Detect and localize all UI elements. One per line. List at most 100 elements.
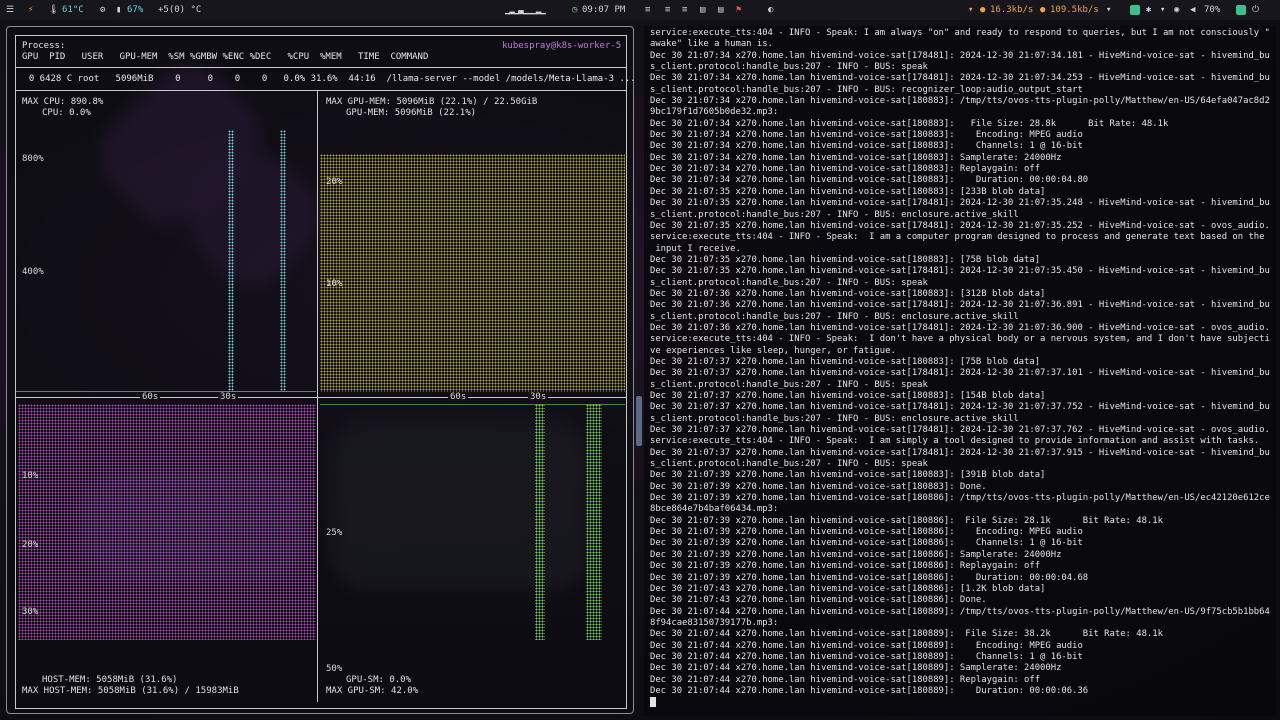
temp-readout: 61°C	[62, 5, 84, 15]
log-line: Dec 30 21:07:39 x270.home.lan hivemind-v…	[650, 515, 1163, 526]
terminal-cursor[interactable]	[650, 697, 1272, 709]
log-line: Dec 30 21:07:34 x270.home.lan hivemind-v…	[650, 175, 1089, 186]
gpu-sm-tick-25: 25%	[326, 528, 343, 538]
battery-readout: 67%	[127, 5, 144, 15]
log-line: Dec 30 21:07:43 x270.home.lan hivemind-v…	[650, 595, 987, 606]
log-terminal[interactable]: service:execute_tts:404 - INFO - Speak: …	[644, 26, 1276, 716]
upload-icon: ●	[1040, 5, 1046, 15]
log-line: Dec 30 21:07:37 x270.home.lan hivemind-v…	[650, 368, 1270, 379]
app-tray-icon[interactable]	[1130, 0, 1140, 20]
log-line: service:execute_tts:404 - INFO - Speak: …	[650, 436, 1260, 447]
net-down-readout: 16.3kb/s	[990, 5, 1034, 15]
log-line: Dec 30 21:07:34 x270.home.lan hivemind-v…	[650, 50, 1270, 61]
cpu-baseline	[16, 391, 316, 392]
host-mem-tick-20: 20%	[22, 540, 39, 550]
log-line: Dec 30 21:07:35 x270.home.lan hivemind-v…	[650, 186, 1046, 197]
time-tick-60s: 60s	[140, 392, 161, 402]
log-line: Dec 30 21:07:39 x270.home.lan hivemind-v…	[650, 470, 1046, 481]
host-mem-max-label: MAX HOST-MEM: 5058MiB (31.6%) / 15983MiB	[22, 686, 239, 696]
lightning-icon: ⚡	[28, 5, 34, 15]
app-tray-icon[interactable]: ▾	[1160, 0, 1165, 20]
toggle-icon[interactable]: ◐	[768, 0, 773, 20]
host-mem-label: HOST-MEM: 5058MiB (31.6%)	[42, 675, 178, 685]
log-line: Dec 30 21:07:35 x270.home.lan hivemind-v…	[650, 198, 1270, 209]
tray-icon[interactable]: ≡	[665, 0, 670, 20]
workspace-indicator[interactable]: ▁▂▁▃▁▁▁▂▁	[505, 0, 546, 20]
log-line: Dec 30 21:07:37 x270.home.lan hivemind-v…	[650, 425, 1270, 436]
log-line: service:execute_tts:404 - INFO - Speak: …	[650, 334, 1270, 345]
log-line: Dec 30 21:07:34 x270.home.lan hivemind-v…	[650, 130, 1083, 141]
wifi-icon: ▾	[1106, 5, 1112, 15]
menu-icon[interactable]: ☰	[6, 0, 14, 20]
window-scrollbar[interactable]	[636, 396, 642, 446]
log-line: Dec 30 21:07:39 x270.home.lan hivemind-v…	[650, 538, 1083, 549]
time-tick-60s: 60s	[448, 392, 469, 402]
power-icon[interactable]: ⏻	[1252, 0, 1259, 20]
log-line: Dec 30 21:07:34 x270.home.lan hivemind-v…	[650, 96, 1270, 107]
clock[interactable]: 09:07 PM	[582, 0, 625, 20]
cpu-usage-spike	[280, 130, 286, 392]
log-line: service:execute_tts:404 - INFO - Speak: …	[650, 28, 1270, 38]
log-line: Dec 30 21:07:34 x270.home.lan hivemind-v…	[650, 141, 1083, 152]
app-tray-icon[interactable]	[1236, 0, 1246, 20]
log-line: Dec 30 21:07:39 x270.home.lan hivemind-v…	[650, 572, 1089, 583]
cpu-usage-spike	[228, 130, 234, 392]
log-line: Dec 30 21:07:44 x270.home.lan hivemind-v…	[650, 640, 1083, 651]
log-line: Dec 30 21:07:44 x270.home.lan hivemind-v…	[650, 674, 1041, 685]
process-columns: GPU PID USER GPU-MEM %SM %GMBW %ENC %DEC…	[22, 52, 429, 62]
host-label: kubespray@k8s-worker-5	[502, 41, 622, 51]
top-bar: ☰ ⚡ 🌡 61°C ⚙ ▮ 67% +5(0) °C ▁▂▁▃▁▁▁▂▁ ◷ …	[0, 0, 1280, 20]
log-line: Dec 30 21:07:34 x270.home.lan hivemind-v…	[650, 164, 1041, 175]
log-line: Dec 30 21:07:34 x270.home.lan hivemind-v…	[650, 152, 1062, 163]
log-line: Dec 30 21:07:35 x270.home.lan hivemind-v…	[650, 220, 1270, 231]
gpu-sm-tick-50: 50%	[326, 664, 343, 674]
log-line: Dec 30 21:07:34 x270.home.lan hivemind-v…	[650, 73, 1270, 84]
wifi-icon: ▾	[968, 5, 974, 15]
cpu-tick-800: 800%	[22, 154, 44, 164]
gpu-sm-spike	[586, 404, 602, 640]
log-line: 8bce864e7b4baf06434.mp3:	[650, 504, 779, 515]
gpu-sm-max-label: MAX GPU-SM: 42.0%	[326, 686, 419, 696]
battery-icon: ▮	[116, 5, 122, 15]
log-line: Dec 30 21:07:39 x270.home.lan hivemind-v…	[650, 481, 987, 492]
gpu-mem-max-label: MAX GPU-MEM: 5096MiB (22.1%) / 22.50GiB	[326, 97, 538, 107]
log-line: Dec 30 21:07:36 x270.home.lan hivemind-v…	[650, 288, 1046, 299]
log-line: Dec 30 21:07:43 x270.home.lan hivemind-v…	[650, 583, 1046, 594]
cpu-label: CPU: 0.0%	[42, 108, 91, 118]
app-tray-icon[interactable]: ◉	[1174, 0, 1179, 20]
volume-icon[interactable]: ◀	[1190, 0, 1195, 20]
host-mem-tick-10: 10%	[22, 471, 39, 481]
tray-icon[interactable]: ≡	[645, 0, 650, 20]
log-line: Dec 30 21:07:44 x270.home.lan hivemind-v…	[650, 606, 1270, 617]
tray-icon[interactable]: ▤	[718, 0, 723, 20]
tray-icon[interactable]: ⚑	[736, 0, 741, 20]
temp-icon: 🌡	[48, 5, 60, 15]
gpu-mem-tick-20: 20%	[326, 177, 343, 187]
download-icon: ●	[980, 5, 986, 15]
cpu-tick-400: 400%	[22, 267, 44, 277]
divider	[16, 67, 626, 68]
process-label: Process:	[22, 41, 66, 51]
app-tray-icon[interactable]: ✱	[1146, 0, 1151, 20]
gpu-mem-tick-10: 10%	[326, 279, 343, 289]
log-line: Dec 30 21:07:44 x270.home.lan hivemind-v…	[650, 651, 1083, 662]
log-line: 8f94cae83150739177b.mp3:	[650, 617, 779, 628]
tray-icon[interactable]: ≡	[682, 0, 687, 20]
log-line: s_client.protocol:handle_bus:207 - INFO …	[650, 84, 1083, 95]
net-up-readout: 109.5kb/s	[1050, 5, 1099, 15]
log-line: Dec 30 21:07:44 x270.home.lan hivemind-v…	[650, 663, 1062, 674]
gpu-sm-baseline	[320, 404, 625, 405]
log-line: Dec 30 21:07:36 x270.home.lan hivemind-v…	[650, 322, 1270, 333]
host-mem-area	[18, 404, 316, 640]
log-line: input I receive.	[650, 243, 741, 254]
log-line: s_client.protocol:handle_bus:207 - INFO …	[650, 62, 928, 73]
log-line: Dec 30 21:07:39 x270.home.lan hivemind-v…	[650, 527, 1083, 538]
log-line: Dec 30 21:07:37 x270.home.lan hivemind-v…	[650, 391, 1046, 401]
log-line: Dec 30 21:07:39 x270.home.lan hivemind-v…	[650, 549, 1062, 560]
log-line: s_client.protocol:handle_bus:207 - INFO …	[650, 379, 928, 390]
log-line: Dec 30 21:07:35 x270.home.lan hivemind-v…	[650, 254, 1041, 265]
cpu-icon: ⚙	[100, 5, 106, 15]
tray-icon[interactable]: ▤	[700, 0, 705, 20]
process-row[interactable]: 0 6428 C root 5096MiB 0 0 0 0 0.0% 31.6%…	[18, 74, 636, 84]
log-line: Dec 30 21:07:34 x270.home.lan hivemind-v…	[650, 118, 1169, 129]
